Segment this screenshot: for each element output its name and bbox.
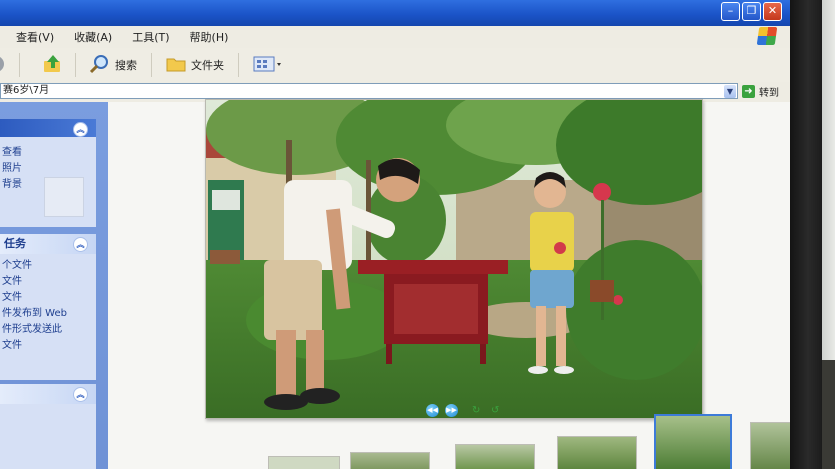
panel-header[interactable]: ︽ xyxy=(0,119,96,137)
filmstrip-thumbnail[interactable] xyxy=(557,436,637,469)
panel-header[interactable]: ︽ xyxy=(0,384,96,404)
search-button[interactable]: 搜索 xyxy=(88,53,137,78)
photo-preview[interactable] xyxy=(205,99,703,419)
menu-view[interactable]: 查看(V) xyxy=(16,29,54,45)
menu-bar: 查看(V) 收藏(A) 工具(T) 帮助(H) xyxy=(0,26,790,49)
background-object xyxy=(822,360,835,469)
filmstrip-thumbnail[interactable] xyxy=(268,456,340,469)
close-button[interactable]: ✕ xyxy=(763,2,782,21)
panel-title: 任务 xyxy=(4,237,26,250)
back-button[interactable] xyxy=(0,54,13,77)
go-arrow-icon: ➜ xyxy=(742,85,755,98)
picture-tasks-panel: ︽ 查看 照片 背景 xyxy=(0,119,96,227)
task-link-email[interactable]: 件形式发送此 xyxy=(0,322,96,338)
filmstrip-thumbnail[interactable] xyxy=(350,452,430,469)
go-button[interactable]: ➜ 转到 xyxy=(742,84,779,99)
chevron-up-icon[interactable]: ︽ xyxy=(73,387,88,402)
folders-icon xyxy=(166,55,186,76)
folder-up-icon xyxy=(42,53,64,78)
panel-body: 查看 照片 背景 xyxy=(0,137,96,227)
panel-preview-thumbnail xyxy=(44,177,84,217)
task-link-view[interactable]: 查看 xyxy=(0,145,96,161)
up-folder-button[interactable] xyxy=(42,53,69,78)
panel-header[interactable]: 任务 ︽ xyxy=(0,234,96,254)
menu-tools[interactable]: 工具(T) xyxy=(132,29,169,45)
garden-photo xyxy=(206,100,702,418)
file-tasks-panel: 任务 ︽ 个文件 文件 文件 件发布到 Web 件形式发送此 文件 xyxy=(0,234,96,380)
other-places-panel: ︽ xyxy=(0,384,96,469)
search-label: 搜索 xyxy=(115,59,137,72)
go-label: 转到 xyxy=(759,88,779,99)
menu-favorites[interactable]: 收藏(A) xyxy=(74,29,112,45)
search-icon xyxy=(88,53,110,78)
back-icon xyxy=(0,54,8,77)
filmstrip-thumbnail[interactable] xyxy=(750,422,790,469)
views-icon xyxy=(253,55,283,76)
toolbar: 搜索 文件夹 xyxy=(0,48,790,83)
task-link-publish-web[interactable]: 件发布到 Web xyxy=(0,306,96,322)
window-controls: – ❐ ✕ xyxy=(721,2,782,21)
windows-logo-icon xyxy=(756,27,778,45)
maximize-button[interactable]: ❐ xyxy=(742,2,761,21)
toolbar-separator xyxy=(151,53,152,77)
toolbar-separator xyxy=(19,53,20,77)
views-button[interactable] xyxy=(253,55,288,76)
chevron-up-icon[interactable]: ︽ xyxy=(73,122,88,137)
filmstrip xyxy=(108,408,790,469)
screen: – ❐ ✕ 查看(V) 收藏(A) 工具(T) 帮助(H) 搜索 文件夹 赛6岁… xyxy=(0,0,790,469)
title-bar: – ❐ ✕ xyxy=(0,0,790,26)
panel-body xyxy=(0,404,96,469)
filmstrip-thumbnail-selected[interactable] xyxy=(654,414,732,469)
address-input[interactable]: 赛6岁\7月 xyxy=(0,83,738,99)
chevron-up-icon[interactable]: ︽ xyxy=(73,237,88,252)
task-link[interactable]: 文件 xyxy=(0,274,96,290)
panel-body: 个文件 文件 文件 件发布到 Web 件形式发送此 文件 xyxy=(0,254,96,380)
folders-label: 文件夹 xyxy=(191,59,224,72)
menu-help[interactable]: 帮助(H) xyxy=(190,29,229,45)
folders-button[interactable]: 文件夹 xyxy=(166,55,224,76)
task-link[interactable]: 文件 xyxy=(0,290,96,306)
task-link[interactable]: 个文件 xyxy=(0,258,96,274)
picture-viewer: ◀◀ ▶▶ ↻ ↺ xyxy=(108,99,790,469)
task-link-delete[interactable]: 文件 xyxy=(0,338,96,354)
toolbar-separator xyxy=(75,53,76,77)
toolbar-separator xyxy=(238,53,239,77)
address-dropdown-icon[interactable]: ▼ xyxy=(724,85,736,98)
filmstrip-thumbnail[interactable] xyxy=(455,444,535,469)
minimize-button[interactable]: – xyxy=(721,2,740,21)
task-link-photos[interactable]: 照片 xyxy=(0,161,96,177)
task-pane: ︽ 查看 照片 背景 任务 ︽ 个文件 文件 文件 件发布到 Web 件形式发送… xyxy=(0,102,108,469)
